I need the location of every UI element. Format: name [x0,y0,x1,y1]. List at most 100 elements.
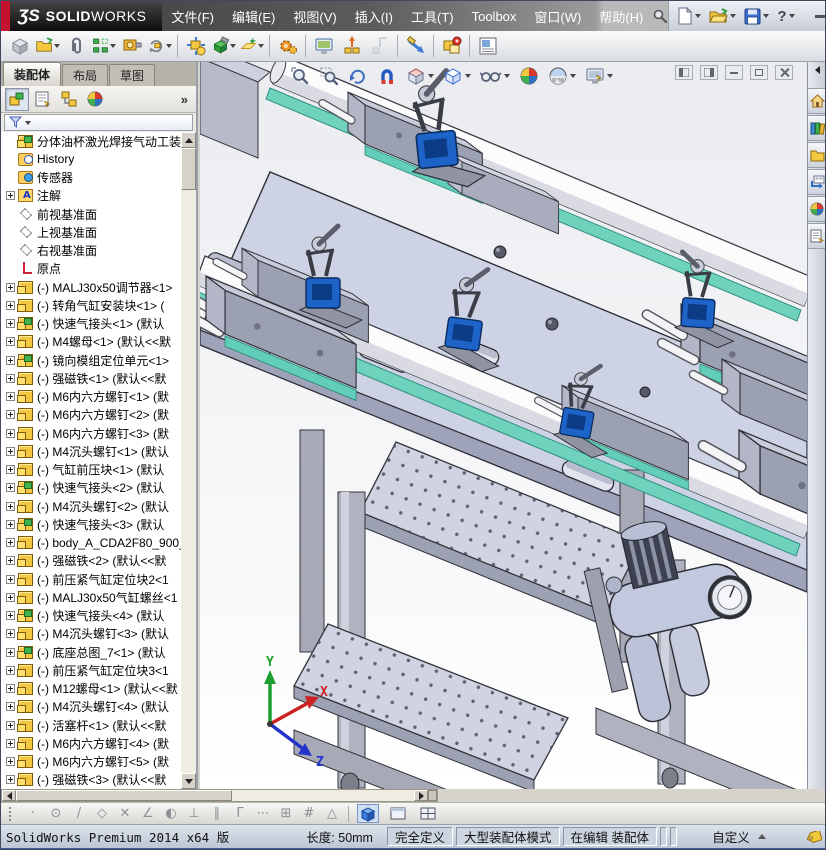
feature-manager-tab[interactable] [5,87,29,111]
expand-toggle-icon[interactable] [6,337,15,347]
tree-item[interactable]: (-) M12螺母<1> (默认<<默 [1,680,181,698]
linear-component-pattern-icon[interactable] [90,33,117,59]
snap-tool-icon[interactable]: · [25,806,41,821]
tree-item[interactable]: 右视基准面 [1,242,181,260]
expand-toggle-icon[interactable] [6,538,15,548]
expand-toggle-icon[interactable] [6,738,15,748]
snap-tool-icon[interactable]: ⊞ [278,806,294,821]
snap-tool-icon[interactable]: ∥ [209,806,225,821]
viewport-3d[interactable]: Y X Z [200,62,807,789]
menu-item[interactable]: 工具(T) [402,1,463,31]
custom-dropdown[interactable]: 自定义 [680,827,798,846]
tree-item[interactable]: (-) 快速气接头<1> (默认 [1,315,181,333]
expand-toggle-icon[interactable] [6,501,15,511]
previous-view-icon[interactable] [346,64,370,88]
snap-tool-icon[interactable]: ◇ [94,806,110,821]
expand-toggle-icon[interactable] [6,611,15,621]
expand-toggle-icon[interactable] [6,446,15,456]
graphics-viewport[interactable]: Y X Z [200,62,807,789]
menu-item[interactable]: Toolbox [463,1,526,31]
toolbar-grip[interactable] [9,806,13,821]
snap-tool-icon[interactable]: / [71,806,87,821]
chevron-down-icon[interactable] [258,44,264,48]
menu-item[interactable]: 文件(F) [162,1,223,31]
expand-toggle-icon[interactable] [6,355,15,365]
panel-more-button[interactable]: » [181,92,192,107]
tree-root-item[interactable]: 分体油杯激光焊接气动工装 [1,132,181,150]
panel-tab[interactable]: 装配体 [3,62,62,86]
move-component-icon[interactable] [182,33,209,59]
menu-item[interactable]: 帮助(H) [590,1,652,31]
tree-item[interactable]: (-) M4沉头螺钉<1> (默认 [1,442,181,460]
scroll-left-button[interactable] [2,790,16,801]
tree-item[interactable]: 注解 [1,187,181,205]
tree-item[interactable]: 传感器 [1,169,181,187]
display-manager-tab[interactable] [83,88,107,111]
splitter-grip[interactable] [428,790,437,801]
taskpane-collapse-icon[interactable] [815,66,820,74]
hide-show-items-icon[interactable] [478,64,512,88]
tree-item[interactable]: (-) MALJ30x50气缸螺丝<1 [1,588,181,606]
snap-tool-icon[interactable]: ⋯ [255,806,271,821]
snap-tool-icon[interactable]: ✕ [117,806,133,821]
solidworks-resources-tab[interactable] [807,88,825,114]
assembly-features-icon[interactable] [210,33,237,59]
chevron-down-icon[interactable] [230,44,236,48]
motion-study-icon[interactable] [274,33,301,59]
appearances-scenes-tab[interactable] [807,196,825,222]
snap-tool-icon[interactable]: Γ [232,806,248,821]
panel-tab[interactable]: 布局 [62,64,109,86]
chevron-down-icon[interactable] [428,74,434,78]
reference-geometry-icon[interactable] [238,33,265,59]
chevron-down-icon[interactable] [570,74,576,78]
new-document-button[interactable] [675,4,703,28]
expand-toggle-icon[interactable] [6,410,15,420]
expand-toggle-icon[interactable] [6,465,15,475]
rotate-component-icon[interactable] [146,33,173,59]
tree-vertical-scrollbar[interactable] [181,132,196,789]
doc-close-button[interactable] [775,65,793,80]
snap-tool-icon[interactable]: ◐ [163,806,179,821]
tree-item[interactable]: (-) 前压紧气缸定位块3<1 [1,661,181,679]
tree-item[interactable]: (-) M6内六方螺钉<5> (默 [1,753,181,771]
four-view-button[interactable] [417,804,439,823]
expand-toggle-icon[interactable] [6,373,15,383]
menu-item[interactable]: 视图(V) [284,1,345,31]
expand-toggle-icon[interactable] [6,647,15,657]
tree-item[interactable]: (-) M4螺母<1> (默认<<默 [1,333,181,351]
search-button[interactable] [652,1,668,31]
tree-item[interactable]: (-) 快速气接头<2> (默认 [1,479,181,497]
tree-item[interactable]: 原点 [1,260,181,278]
tree-item[interactable]: (-) M6内六方螺钉<2> (默 [1,406,181,424]
tree-item[interactable]: (-) 底座总图_7<1> (默认 [1,643,181,661]
large-assembly-mode-field[interactable]: 大型装配体模式 [456,827,560,846]
minimize-button[interactable] [809,6,825,26]
expand-toggle-icon[interactable] [6,556,15,566]
tree-item[interactable]: 前视基准面 [1,205,181,223]
pane-left-toggle[interactable] [675,65,693,80]
expand-toggle-icon[interactable] [6,665,15,675]
tree-item[interactable]: 上视基准面 [1,223,181,241]
expand-toggle-icon[interactable] [6,519,15,529]
expand-toggle-icon[interactable] [6,319,15,329]
expand-toggle-icon[interactable] [6,191,15,201]
expand-toggle-icon[interactable] [6,300,15,310]
tree-item[interactable]: (-) 强磁铁<3> (默认<<默 [1,771,181,789]
tree-item[interactable]: (-) M6内六方螺钉<1> (默 [1,388,181,406]
measure-icon[interactable] [402,33,429,59]
assembly-visualization-icon[interactable] [310,33,337,59]
chevron-down-icon[interactable] [730,14,737,18]
scroll-right-button[interactable] [414,790,428,801]
tree-item[interactable]: (-) 转角气缸安装块<1> ( [1,296,181,314]
design-library-tab[interactable] [807,115,825,141]
expand-toggle-icon[interactable] [6,775,15,785]
tree-filter-box[interactable] [4,114,193,131]
explode-line-sketch-icon[interactable] [366,33,393,59]
chevron-down-icon[interactable] [504,74,510,78]
view-palette-tab[interactable] [807,169,825,195]
chevron-down-icon[interactable] [110,44,116,48]
expand-toggle-icon[interactable] [6,483,15,493]
single-view-button[interactable] [387,804,409,823]
expand-toggle-icon[interactable] [6,428,15,438]
tag-button[interactable] [801,830,825,843]
